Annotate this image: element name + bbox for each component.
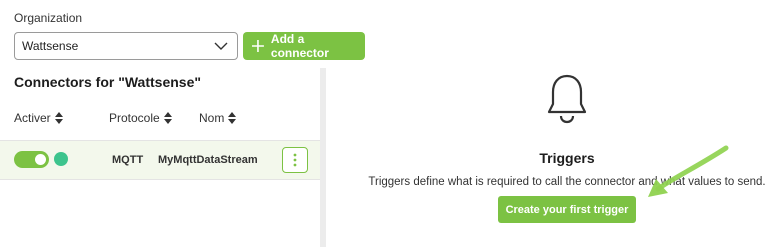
arrow-annotation [648, 145, 729, 197]
column-header-label: Protocole [109, 111, 160, 125]
bell-icon [547, 74, 587, 124]
add-connector-label: Add a connector [270, 32, 329, 60]
add-connector-button[interactable]: Add a connector [243, 32, 365, 60]
sort-icon [228, 112, 237, 124]
connectors-title: Connectors for "Wattsense" [14, 74, 202, 90]
column-header-label: Nom [199, 111, 225, 125]
chevron-down-icon [214, 42, 228, 50]
organization-select-value: Wattsense [22, 39, 79, 53]
plus-icon [251, 40, 264, 52]
sort-icon [163, 112, 172, 124]
column-header-nom[interactable]: Nom [199, 111, 237, 125]
column-header-activer[interactable]: Activer [14, 111, 63, 125]
column-header-label: Activer [14, 111, 51, 125]
column-header-protocole[interactable]: Protocole [109, 111, 172, 125]
organization-label: Organization [14, 11, 83, 25]
create-trigger-button[interactable]: Create your first trigger [498, 196, 636, 223]
organization-select[interactable]: Wattsense [14, 32, 238, 60]
sort-icon [54, 112, 63, 124]
